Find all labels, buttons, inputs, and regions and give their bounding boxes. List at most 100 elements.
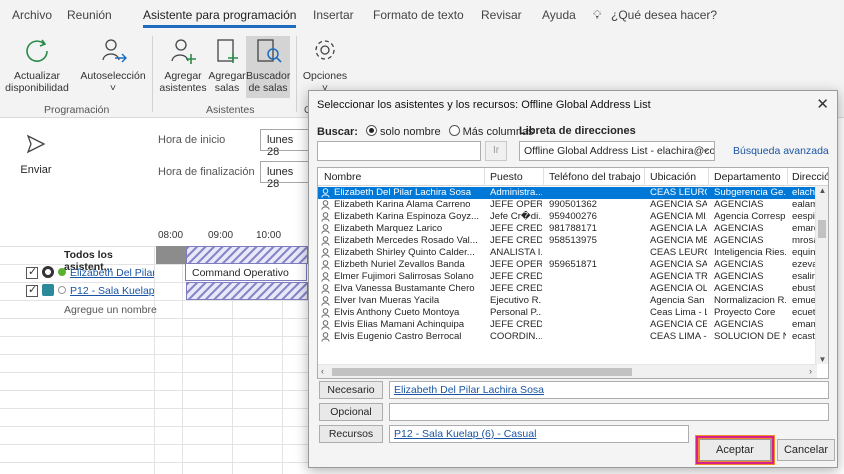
optional-field[interactable] xyxy=(389,403,829,421)
resource-name[interactable]: P12 - Sala Kuelap xyxy=(70,285,154,297)
resources-field[interactable]: P12 - Sala Kuelap (6) - Casual xyxy=(389,425,689,443)
radio-more-columns[interactable] xyxy=(448,125,460,136)
cell-name: Elizabeth Karina Espinoza Goyz... xyxy=(334,211,480,222)
vertical-scrollbar[interactable]: ▲ ▼ xyxy=(815,186,828,364)
send-button[interactable]: Enviar xyxy=(14,132,58,176)
address-row[interactable]: Elizbeth Nuriel Zevallos Banda JEFE OPER.… xyxy=(318,259,816,271)
add-name-field[interactable]: Agregue un nombre xyxy=(64,304,157,316)
address-row[interactable]: Elizabeth Marquez Larico JEFE CREDI... 981… xyxy=(318,223,816,235)
cell-address: emuera xyxy=(792,295,816,306)
advanced-search-link[interactable]: Búsqueda avanzada xyxy=(733,145,829,157)
attendee-row[interactable]: Elizabeth Del Pilar xyxy=(26,264,154,282)
refresh-availability-button[interactable]: Actualizar disponibilidad xyxy=(2,36,72,94)
person-icon xyxy=(321,188,330,198)
cell-title: Personal P... xyxy=(490,307,542,318)
attendee-checkbox[interactable] xyxy=(26,265,38,279)
hour-label: 10:00 xyxy=(256,230,282,241)
attendee-checkbox[interactable] xyxy=(26,283,38,297)
scroll-thumb[interactable] xyxy=(332,368,632,376)
cell-title: JEFE CREDI... xyxy=(490,235,542,246)
cell-location: AGENCIA SA... xyxy=(650,199,707,210)
cell-name: Elizabeth Del Pilar Lachira Sosa xyxy=(334,187,472,198)
cell-phone: 959651871 xyxy=(549,259,598,270)
cell-address: ebusta xyxy=(792,283,816,294)
scroll-left-icon[interactable]: ‹ xyxy=(321,366,324,376)
required-attendee-icon xyxy=(42,266,54,278)
cell-address: mrosac xyxy=(792,235,816,246)
cell-name: Elizabeth Shirley Quinto Calder... xyxy=(334,247,475,258)
address-row[interactable]: Elizabeth Karina Espinoza Goyz... Jefe Cr… xyxy=(318,211,816,223)
column-header-address[interactable]: Dirección xyxy=(792,171,828,183)
address-row[interactable]: Elmer Fujimori Salirrosas Solano JEFE CRE… xyxy=(318,271,816,283)
address-row[interactable]: Elvis Elias Mamani Achinquipa JEFE CREDI.… xyxy=(318,319,816,331)
scroll-up-icon[interactable]: ▲ xyxy=(816,186,828,195)
horizontal-scrollbar[interactable]: ‹ › xyxy=(318,364,817,378)
column-header-location[interactable]: Ubicación xyxy=(650,171,696,183)
go-button[interactable]: Ir xyxy=(485,141,507,161)
tab-formato-texto[interactable]: Formato de texto xyxy=(373,8,464,22)
start-date-field[interactable]: lunes 28 xyxy=(260,129,310,158)
address-book-select[interactable]: Offline Global Address List - elachira@c… xyxy=(519,141,715,161)
radio-name-only[interactable] xyxy=(366,125,378,136)
scroll-down-icon[interactable]: ▼ xyxy=(816,355,828,364)
address-row[interactable]: Elvis Anthony Cueto Montoya Personal P...… xyxy=(318,307,816,319)
ok-button[interactable]: Aceptar xyxy=(696,436,774,464)
cell-name: Elizabeth Mercedes Rosado Val... xyxy=(334,235,478,246)
add-rooms-button[interactable]: Agregar salas xyxy=(208,36,246,94)
cell-location: Ceas Lima - L... xyxy=(650,307,707,318)
scroll-right-icon[interactable]: › xyxy=(809,366,812,376)
chevron-down-icon: ⌄ xyxy=(701,144,710,155)
tab-insertar[interactable]: Insertar xyxy=(313,8,354,22)
cell-department: SOLUCION DE N... xyxy=(714,331,786,342)
address-row[interactable]: Elizabeth Del Pilar Lachira Sosa Administ… xyxy=(318,187,816,199)
cell-title: Administra... xyxy=(490,187,542,198)
attendee-row[interactable]: P12 - Sala Kuelap xyxy=(26,282,154,300)
busy-block-all xyxy=(156,246,186,264)
refresh-icon xyxy=(26,39,48,62)
cell-department: Agencia Corresp... xyxy=(714,211,786,222)
address-row[interactable]: Elvis Eugenio Castro Berrocal COORDIN... C… xyxy=(318,331,816,343)
close-icon[interactable]: ✕ xyxy=(816,95,829,113)
cell-title: JEFE OPER... xyxy=(490,199,542,210)
required-field[interactable]: Elizabeth Del Pilar Lachira Sosa xyxy=(389,381,829,399)
resources-button[interactable]: Recursos xyxy=(319,425,383,443)
list-header: Nombre Puesto Teléfono del trabajo Ubica… xyxy=(318,168,828,186)
search-input[interactable] xyxy=(317,141,481,161)
address-row[interactable]: Elva Vanessa Bustamante Chero JEFE CREDI.… xyxy=(318,283,816,295)
end-date-field[interactable]: lunes 28 xyxy=(260,161,310,190)
required-button[interactable]: Necesario xyxy=(319,381,383,399)
column-header-phone[interactable]: Teléfono del trabajo xyxy=(549,171,641,183)
person-icon xyxy=(321,272,330,282)
add-attendees-button[interactable]: Agregar asistentes xyxy=(158,36,208,94)
address-row[interactable]: Elizabeth Shirley Quinto Calder... ANALIS… xyxy=(318,247,816,259)
autoselect-icon xyxy=(102,39,127,63)
tab-archivo[interactable]: Archivo xyxy=(12,8,52,22)
cell-location: AGENCIA CE... xyxy=(650,319,707,330)
address-row[interactable]: Elver Ivan Mueras Yacila Ejecutivo R... Ag… xyxy=(318,295,816,307)
address-row[interactable]: Elizabeth Karina Alama Carreno JEFE OPER.… xyxy=(318,199,816,211)
cell-name: Elizabeth Marquez Larico xyxy=(334,223,443,234)
tell-me-search[interactable]: ¿Qué desea hacer? xyxy=(611,8,717,22)
person-icon xyxy=(321,212,330,222)
attendee-name[interactable]: Elizabeth Del Pilar xyxy=(70,267,154,279)
column-header-name[interactable]: Nombre xyxy=(324,171,361,183)
optional-button[interactable]: Opcional xyxy=(319,403,383,421)
cell-location: AGENCIA TR... xyxy=(650,271,707,282)
cell-phone: 990501362 xyxy=(549,199,598,210)
address-row[interactable]: Elizabeth Mercedes Rosado Val... JEFE CRE… xyxy=(318,235,816,247)
cell-department: AGENCIAS xyxy=(714,319,764,330)
tab-ayuda[interactable]: Ayuda xyxy=(542,8,576,22)
autoselect-button[interactable]: Autoselección ˅ xyxy=(78,36,148,94)
column-header-department[interactable]: Departamento xyxy=(714,171,781,183)
tab-asistente-programacion[interactable]: Asistente para programación xyxy=(143,8,297,28)
ribbon-tabs: Archivo Reunión Asistente para programac… xyxy=(0,0,844,30)
tab-revisar[interactable]: Revisar xyxy=(481,8,522,22)
tab-reunion[interactable]: Reunión xyxy=(67,8,112,22)
scroll-thumb[interactable] xyxy=(818,220,826,238)
room-finder-button[interactable]: Buscador de salas xyxy=(246,36,290,98)
cell-location: CEAS LEURO xyxy=(650,187,707,198)
options-button[interactable]: Opciones ˅ xyxy=(300,36,350,94)
cell-address: ezevall xyxy=(792,259,816,270)
cancel-button[interactable]: Cancelar xyxy=(777,439,835,461)
column-header-title[interactable]: Puesto xyxy=(490,171,523,183)
